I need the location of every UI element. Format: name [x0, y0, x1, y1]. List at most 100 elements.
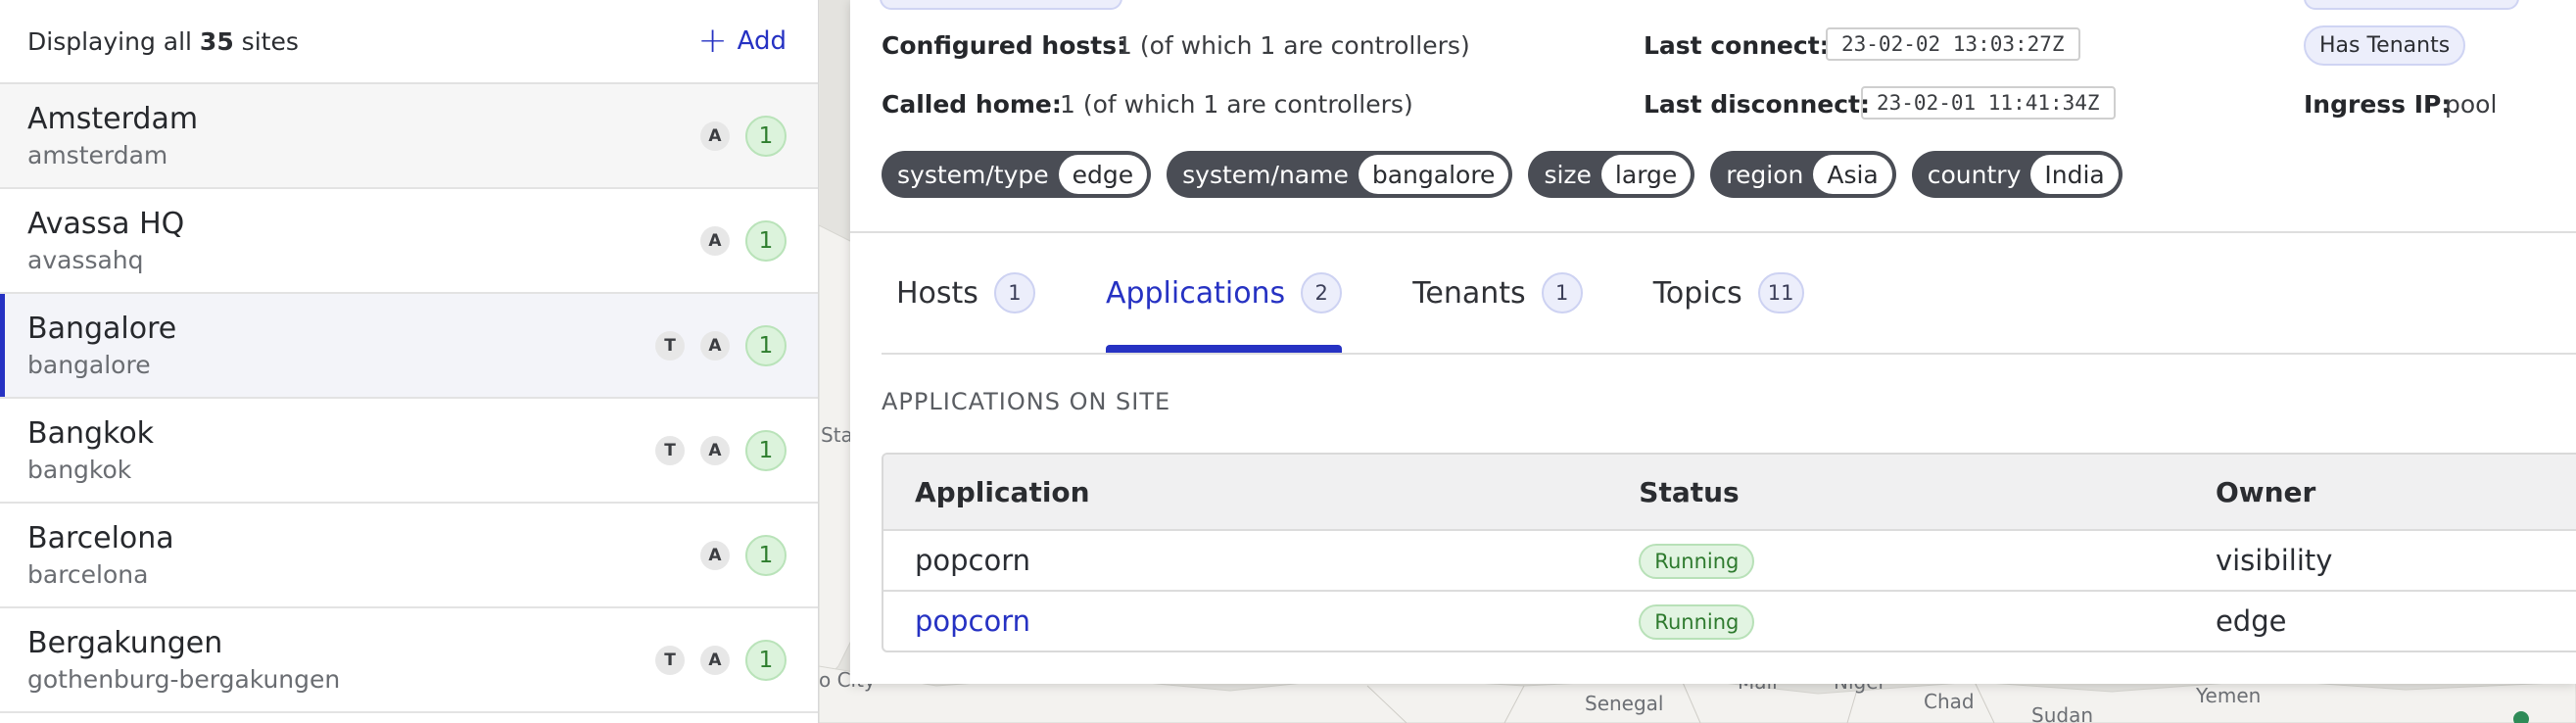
column-header-status[interactable]: Status — [1639, 476, 2216, 508]
table-body: popcorn Running visibility popcorn Running ed… — [883, 529, 2576, 651]
label-key: country — [1927, 160, 2022, 189]
site-tabs: Hosts 1 Applications 2 Tenants 1 Topics 11 — [882, 233, 2576, 355]
site-name: Amsterdam — [27, 102, 199, 136]
last-disconnect-label: Last disconnect: — [1644, 90, 1870, 119]
site-name: Bangalore — [27, 312, 177, 346]
site-list-item[interactable]: Avassa HQ avassahq A 1 — [0, 189, 818, 294]
site-badges: TA1 — [655, 429, 787, 471]
site-badges: A1 — [700, 534, 787, 576]
site-name: Bergakungen — [27, 626, 223, 660]
top-chip — [2304, 0, 2519, 10]
site-text: Avassa HQ avassahq — [27, 207, 184, 274]
ingress-ip-value: pool — [2445, 90, 2498, 119]
top-chip — [880, 0, 1122, 10]
site-detail-panel: Configured hosts: 1 (of which 1 are cont… — [850, 0, 2576, 684]
application-badge: A — [700, 120, 730, 151]
section-title: APPLICATIONS ON SITE — [882, 388, 1171, 415]
site-label-pill: region Asia — [1710, 151, 1896, 198]
column-header-owner[interactable]: Owner — [2216, 476, 2576, 508]
label-value: edge — [1058, 155, 1148, 194]
owner-name: edge — [2215, 604, 2287, 638]
site-label-pill: system/type edge — [882, 151, 1152, 198]
site-label-pill: system/name bangalore — [1167, 151, 1513, 198]
map-label: Yemen — [2196, 684, 2262, 707]
table-row: popcorn Running visibility — [883, 529, 2576, 590]
tab-tenants[interactable]: Tenants 1 — [1412, 233, 1583, 353]
site-slug: barcelona — [27, 560, 149, 589]
application-badge: A — [700, 645, 730, 675]
tab-label: Hosts — [896, 275, 978, 311]
site-slug: bangalore — [27, 351, 151, 379]
site-sidebar: Displaying all 35 sites + Add Amsterdam a… — [0, 0, 819, 723]
tab-label: Applications — [1105, 275, 1286, 311]
site-text: Bangkok bangkok — [27, 416, 154, 484]
last-connect-label: Last connect: — [1644, 31, 1830, 60]
site-list: Amsterdam amsterdam A 1 Avassa HQ avassahq A 1 B… — [0, 84, 818, 713]
status-badge: Running — [1639, 604, 1755, 640]
site-text: Amsterdam amsterdam — [27, 102, 198, 169]
site-text: Bangalore bangalore — [27, 312, 176, 379]
configured-hosts-value: 1 (of which 1 are controllers) — [1117, 31, 1470, 60]
application-badge: A — [700, 225, 730, 256]
host-count-badge: 1 — [745, 534, 787, 576]
site-list-item[interactable]: Bergakungen gothenburg-bergakungen T A 1 — [0, 608, 818, 713]
last-disconnect-value: 23-02-01 11:41:34Z — [1861, 86, 2116, 120]
map-label: Sudan — [2031, 703, 2093, 723]
add-site-button[interactable]: + Add — [697, 24, 787, 59]
label-key: system/type — [897, 160, 1049, 189]
label-key: region — [1726, 160, 1804, 189]
plus-icon: + — [697, 21, 728, 61]
tab-topics[interactable]: Topics 11 — [1653, 233, 1804, 353]
applications-table: Application Status Owner popcorn Running v… — [882, 453, 2576, 652]
host-count-badge: 1 — [745, 639, 787, 681]
tab-count-badge: 11 — [1757, 272, 1804, 313]
host-count-badge: 1 — [745, 115, 787, 157]
site-slug: amsterdam — [27, 141, 168, 169]
tenant-badge: T — [655, 435, 685, 465]
application-badge: A — [700, 435, 730, 465]
last-connect-value: 23-02-02 13:03:27Z — [1826, 27, 2080, 61]
site-label-pill: size large — [1528, 151, 1695, 198]
sidebar-header: Displaying all 35 sites + Add — [0, 0, 818, 84]
host-count-badge: 1 — [745, 324, 787, 366]
host-count-badge: 1 — [745, 429, 787, 471]
label-key: system/name — [1182, 160, 1349, 189]
tenant-badge: T — [655, 330, 685, 361]
site-text: Bergakungen gothenburg-bergakungen — [27, 626, 340, 694]
column-header-application[interactable]: Application — [883, 476, 1639, 508]
site-list-item[interactable]: Amsterdam amsterdam A 1 — [0, 84, 818, 189]
site-badges: A1 — [700, 115, 787, 157]
site-name: Barcelona — [27, 521, 174, 555]
configured-hosts-label: Configured hosts: — [882, 31, 1127, 60]
called-home-label: Called home: — [882, 90, 1062, 119]
status-cell: Running — [1639, 542, 2216, 579]
tab-label: Tenants — [1412, 275, 1526, 311]
tenant-badge: T — [655, 645, 685, 675]
ingress-ip-label: Ingress IP: — [2304, 90, 2452, 119]
table-header: Application Status Owner — [883, 455, 2576, 529]
site-count-text: Displaying all 35 sites — [27, 26, 299, 56]
host-count-badge: 1 — [745, 219, 787, 262]
tab-count-badge: 2 — [1301, 272, 1343, 313]
tab-label: Topics — [1652, 275, 1742, 311]
status-badge: Running — [1639, 544, 1755, 579]
owner-name: visibility — [2215, 544, 2333, 577]
site-text: Barcelona barcelona — [27, 521, 174, 589]
label-value: large — [1600, 155, 1692, 194]
map-label: Senegal — [1585, 692, 1664, 715]
application-name[interactable]: popcorn — [883, 604, 1639, 638]
tab-applications[interactable]: Applications 2 — [1105, 233, 1343, 353]
label-value: India — [2030, 155, 2119, 194]
site-list-item[interactable]: Bangkok bangkok T A 1 — [0, 399, 818, 504]
site-list-item[interactable]: Barcelona barcelona A 1 — [0, 504, 818, 608]
label-value: bangalore — [1358, 155, 1509, 194]
site-count: 35 — [199, 26, 234, 56]
tabs-area: Hosts 1 Applications 2 Tenants 1 Topics 11 — [850, 231, 2576, 355]
site-label-pill: country India — [1911, 151, 2123, 198]
tab-hosts[interactable]: Hosts 1 — [896, 233, 1035, 353]
site-list-item[interactable]: Bangalore bangalore T A 1 — [0, 294, 818, 399]
application-badge: A — [700, 540, 730, 570]
site-badges: A1 — [700, 219, 787, 262]
label-value: Asia — [1813, 155, 1892, 194]
site-labels: system/type edge system/name bangalore size l… — [882, 151, 2123, 198]
